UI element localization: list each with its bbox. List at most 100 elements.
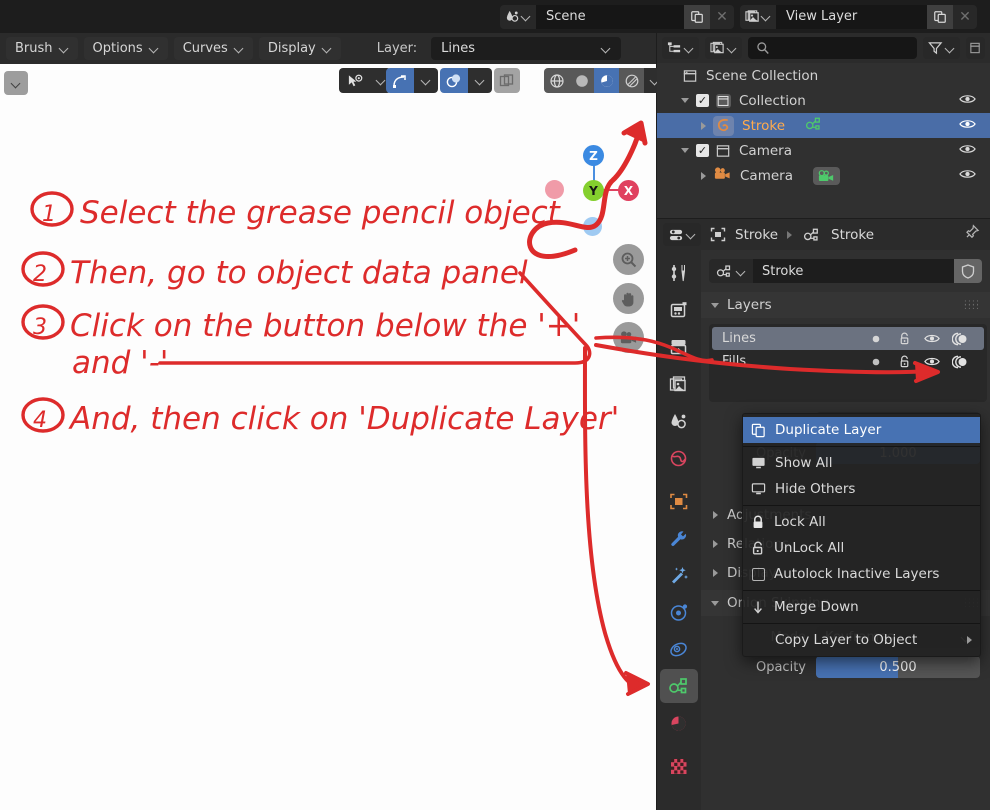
properties-tab-scene[interactable] xyxy=(660,404,698,438)
eye-icon[interactable] xyxy=(918,333,946,344)
pan-icon[interactable] xyxy=(613,283,644,314)
outliner-row-scene-collection[interactable]: Scene Collection xyxy=(657,63,990,88)
expander-down-icon[interactable] xyxy=(711,302,719,308)
camera-icon[interactable] xyxy=(613,322,644,353)
view-layer-selector[interactable]: View Layer ✕ xyxy=(740,4,977,29)
expander-right-icon[interactable] xyxy=(713,510,718,519)
expander-right-icon[interactable] xyxy=(701,171,706,180)
x-icon[interactable]: ✕ xyxy=(953,4,977,29)
gizmo-axis-x[interactable]: X xyxy=(618,180,639,201)
onion-opacity-slider[interactable]: 0.500 xyxy=(816,656,980,678)
search-input[interactable] xyxy=(748,37,917,59)
pin-icon[interactable] xyxy=(963,224,980,245)
properties-tab-tool[interactable] xyxy=(660,256,698,290)
gizmo-axis-neg-x[interactable] xyxy=(545,180,564,199)
menu-item-lock-all[interactable]: Lock All xyxy=(743,509,980,535)
solid-shading-icon[interactable] xyxy=(569,68,594,93)
gizmo-axis-z[interactable]: Z xyxy=(583,145,604,166)
mask-dot-icon[interactable] xyxy=(862,335,890,343)
breadcrumb-object[interactable]: Stroke xyxy=(735,227,778,243)
mask-dot-icon[interactable] xyxy=(862,358,890,366)
menu-item-copy-layer-to-object[interactable]: Copy Layer to Object xyxy=(743,627,980,653)
layer-row-fills[interactable]: Fills xyxy=(712,350,984,373)
expander-down-icon[interactable] xyxy=(681,148,689,153)
eye-icon[interactable] xyxy=(959,168,976,184)
menu-item-hide-others[interactable]: Hide Others xyxy=(743,476,980,502)
viewport-3d[interactable]: Brush Options Curves Display Layer: Line… xyxy=(0,33,666,810)
menu-item-duplicate-layer[interactable]: Duplicate Layer xyxy=(743,417,980,443)
grease-pencil-data-icon[interactable] xyxy=(805,116,824,135)
outliner-row-collection[interactable]: ✓ Collection xyxy=(657,88,990,113)
expander-right-icon[interactable] xyxy=(701,121,706,130)
eye-icon[interactable] xyxy=(959,118,976,134)
datablock-name-field[interactable]: Stroke xyxy=(753,259,954,283)
camera-data-icon[interactable] xyxy=(812,166,840,185)
menu-item-unlock-all[interactable]: UnLock All xyxy=(743,535,980,561)
view-layer-name[interactable]: View Layer xyxy=(776,4,927,29)
proportional-edit-icon[interactable] xyxy=(440,68,468,93)
properties-editor-icon[interactable] xyxy=(663,223,701,246)
outliner-row-stroke[interactable]: Stroke xyxy=(657,113,990,138)
layer-specials-context-menu[interactable]: Duplicate Layer Show All Hide Others Loc… xyxy=(742,413,981,657)
eye-icon[interactable] xyxy=(959,93,976,109)
menu-brush[interactable]: Brush xyxy=(6,37,78,60)
onion-opacity-row[interactable]: Opacity 0.500 xyxy=(711,654,980,680)
expander-down-icon[interactable] xyxy=(711,600,719,606)
gizmo-axis-y[interactable]: Y xyxy=(583,180,604,201)
outliner-display-mode-icon[interactable] xyxy=(662,37,699,59)
xray-toggle-icon[interactable] xyxy=(494,68,520,93)
filter-type-icon[interactable] xyxy=(705,37,742,59)
properties-tab-object[interactable] xyxy=(660,484,698,518)
onion-skin-icon[interactable] xyxy=(946,332,974,346)
x-icon[interactable]: ✕ xyxy=(710,4,734,29)
layer-row-lines[interactable]: Lines xyxy=(712,327,984,350)
copy-icon[interactable] xyxy=(684,4,710,29)
properties-tab-object-data[interactable] xyxy=(660,669,698,703)
eye-icon[interactable] xyxy=(918,356,946,367)
scene-name[interactable]: Scene xyxy=(536,4,684,29)
grease-pencil-data-icon[interactable] xyxy=(709,259,753,283)
material-shading-icon[interactable] xyxy=(594,68,619,93)
eye-icon[interactable] xyxy=(959,143,976,159)
fake-user-shield-icon[interactable] xyxy=(954,259,982,283)
properties-tab-texture[interactable] xyxy=(660,749,698,783)
visibility-checkbox[interactable]: ✓ xyxy=(696,94,709,107)
menu-item-merge-down[interactable]: Merge Down xyxy=(743,594,980,620)
visibility-icon[interactable] xyxy=(339,68,371,93)
onion-skin-icon[interactable] xyxy=(946,355,974,369)
checkbox-icon[interactable] xyxy=(752,567,765,581)
properties-tab-view-layer[interactable] xyxy=(660,367,698,401)
properties-tab-physics[interactable] xyxy=(660,595,698,629)
properties-tab-output[interactable] xyxy=(660,330,698,364)
layers-panel-header[interactable]: Layers :::::::: xyxy=(701,292,990,318)
shading-mode-group[interactable] xyxy=(544,68,666,93)
outliner-row-camera-object[interactable]: Camera xyxy=(657,163,990,188)
active-layer-dropdown[interactable]: Lines xyxy=(431,37,622,60)
expander-right-icon[interactable] xyxy=(713,568,718,577)
expander-down-icon[interactable] xyxy=(681,98,689,103)
navigation-gizmo[interactable]: Z Y X xyxy=(545,137,650,236)
properties-tab-constraints[interactable] xyxy=(660,632,698,666)
breadcrumb-data[interactable]: Stroke xyxy=(831,227,874,243)
proportional-edit-group[interactable] xyxy=(440,68,492,93)
unlocked-icon[interactable] xyxy=(890,332,918,345)
gizmo-axis-neg-z[interactable] xyxy=(583,217,602,236)
copy-icon[interactable] xyxy=(927,4,953,29)
visibility-checkbox[interactable]: ✓ xyxy=(696,144,709,157)
properties-tab-world[interactable] xyxy=(660,441,698,475)
expander-right-icon[interactable] xyxy=(713,539,718,548)
snap-toggle-group[interactable] xyxy=(386,68,438,93)
properties-tab-column[interactable] xyxy=(657,250,701,810)
wireframe-shading-icon[interactable] xyxy=(544,68,569,93)
outliner-row-camera-collection[interactable]: ✓ Camera xyxy=(657,138,990,163)
menu-display[interactable]: Display xyxy=(258,37,341,60)
object-data-id-block[interactable]: Stroke xyxy=(709,258,982,284)
chevron-down-icon[interactable] xyxy=(414,68,438,93)
layer-list[interactable]: Lines Fills xyxy=(709,324,987,402)
chevron-down-icon[interactable] xyxy=(468,68,492,93)
menu-curves[interactable]: Curves xyxy=(173,37,253,60)
funnel-icon[interactable] xyxy=(923,37,960,59)
new-collection-icon[interactable] xyxy=(966,37,985,59)
zoom-icon[interactable] xyxy=(613,244,644,275)
properties-tab-material[interactable] xyxy=(660,706,698,740)
